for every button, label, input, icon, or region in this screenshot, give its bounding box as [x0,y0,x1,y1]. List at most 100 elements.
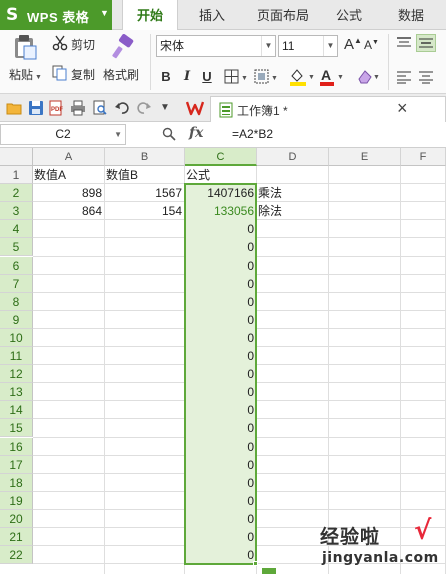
horizontal-scroll-thumb[interactable] [262,568,276,574]
select-all-corner[interactable] [0,148,33,166]
insert-function-button[interactable]: fx [189,125,203,141]
scissors-icon[interactable] [52,35,68,51]
document-title: 工作簿1 * [237,104,288,118]
print-icon[interactable] [70,100,86,116]
cell-a1[interactable]: 数值A [33,166,104,184]
copy-icon[interactable] [52,65,68,81]
name-box[interactable]: C2 ▼ [0,124,126,145]
cell-b1[interactable]: 数值B [105,166,184,184]
fill-color-icon[interactable]: ▼ [288,67,316,87]
align-left-icon[interactable] [396,70,412,84]
shrink-font-label: A [364,38,373,52]
row-header-17[interactable]: 17 [0,456,33,474]
row-header-20[interactable]: 20 [0,510,33,528]
align-middle-icon[interactable] [416,34,436,52]
row-header-9[interactable]: 9 [0,311,33,329]
tab-data[interactable]: 数据 [388,0,434,30]
format-painter-button[interactable]: 格式刷 [103,66,139,83]
cell-a3[interactable]: 864 [33,202,104,220]
row-header-16[interactable]: 16 [0,438,33,456]
svg-text:▼: ▼ [337,74,344,81]
document-tab[interactable]: 工作簿1 * × [210,96,446,122]
row-header-18[interactable]: 18 [0,474,33,492]
watermark-title: 经验啦 [320,526,381,548]
column-header-e[interactable]: E [329,148,401,166]
customize-toolbar-icon[interactable]: ▼ [160,100,176,116]
undo-icon[interactable] [114,100,130,116]
underline-button[interactable]: U [199,67,215,87]
column-header-c[interactable]: C [185,148,257,166]
zoom-search-icon[interactable] [162,127,176,144]
row-header-3[interactable]: 3 [0,202,33,220]
paste-button[interactable]: 粘贴 ▼ [9,66,42,83]
align-top-icon[interactable] [396,36,412,50]
redo-icon[interactable] [136,100,152,116]
grow-font-label: A [344,36,355,53]
italic-button[interactable]: I [180,67,194,87]
tab-insert[interactable]: 插入 [188,0,236,30]
cell-b2[interactable]: 1567 [105,184,184,202]
check-mark-icon: √ [414,516,432,546]
bold-button[interactable]: B [158,67,174,87]
quick-access-toolbar: PDF ▼ 工作簿1 * × [0,94,446,122]
borders-icon[interactable]: ▼ [224,69,250,85]
app-name: WPS 表格 [27,10,90,25]
fill-handle[interactable] [253,561,258,566]
row-header-13[interactable]: 13 [0,383,33,401]
row-header-5[interactable]: 5 [0,238,33,256]
column-header-a[interactable]: A [33,148,105,166]
row-header-11[interactable]: 11 [0,347,33,365]
row-header-1[interactable]: 1 [0,166,33,184]
shrink-font-button[interactable]: A▼ [364,38,379,52]
print-preview-icon[interactable] [92,100,108,116]
font-color-icon[interactable]: A ▼ [318,67,346,87]
row-header-6[interactable]: 6 [0,257,33,275]
column-header-f[interactable]: F [401,148,446,166]
merge-cells-icon[interactable]: ▼ [254,69,280,85]
row-header-4[interactable]: 4 [0,220,33,238]
paste-icon[interactable] [10,34,38,60]
close-icon[interactable]: × [397,98,408,119]
save-icon[interactable] [28,100,44,116]
menu-bar: S WPS 表格 ▼ 开始 插入 页面布局 公式 数据 [0,0,446,31]
format-painter-icon[interactable] [110,34,136,60]
copy-button[interactable]: 复制 [71,66,95,83]
cell-d2[interactable]: 乘法 [257,184,328,202]
column-header-b[interactable]: B [105,148,185,166]
tab-formulas[interactable]: 公式 [326,0,372,30]
open-folder-icon[interactable] [6,100,22,116]
row-header-10[interactable]: 10 [0,329,33,347]
cut-button[interactable]: 剪切 [71,36,95,53]
row-header-12[interactable]: 12 [0,365,33,383]
cell-b3[interactable]: 154 [105,202,184,220]
row-header-14[interactable]: 14 [0,401,33,419]
row-header-15[interactable]: 15 [0,419,33,437]
cell-a2[interactable]: 898 [33,184,104,202]
font-size-select[interactable]: 11 ▼ [278,35,338,57]
cell-d3[interactable]: 除法 [257,202,328,220]
svg-text:▼: ▼ [308,74,315,81]
grow-font-button[interactable]: A▲ [344,36,362,53]
cell-c1[interactable]: 公式 [185,166,256,184]
column-header-d[interactable]: D [257,148,329,166]
app-menu-button[interactable]: S WPS 表格 ▼ [0,0,112,30]
font-name-select[interactable]: 宋体 ▼ [156,35,276,57]
tab-home[interactable]: 开始 [122,0,178,31]
column-gridline [328,166,329,574]
tab-page-layout[interactable]: 页面布局 [248,0,318,30]
formula-input[interactable]: =A2*B2 [232,127,273,141]
wps-w-logo-icon[interactable] [185,100,205,116]
export-pdf-icon[interactable]: PDF [48,100,64,116]
chevron-down-icon: ▼ [33,74,42,81]
align-center-icon[interactable] [418,70,434,84]
chevron-down-icon: ▼ [100,8,109,18]
spreadsheet-file-icon [219,102,233,118]
row-header-7[interactable]: 7 [0,275,33,293]
row-header-19[interactable]: 19 [0,492,33,510]
row-header-8[interactable]: 8 [0,293,33,311]
svg-text:PDF: PDF [51,107,63,113]
row-header-22[interactable]: 22 [0,546,33,564]
row-header-2[interactable]: 2 [0,184,33,202]
row-header-21[interactable]: 21 [0,528,33,546]
clear-format-icon[interactable]: ▼ [356,67,382,87]
